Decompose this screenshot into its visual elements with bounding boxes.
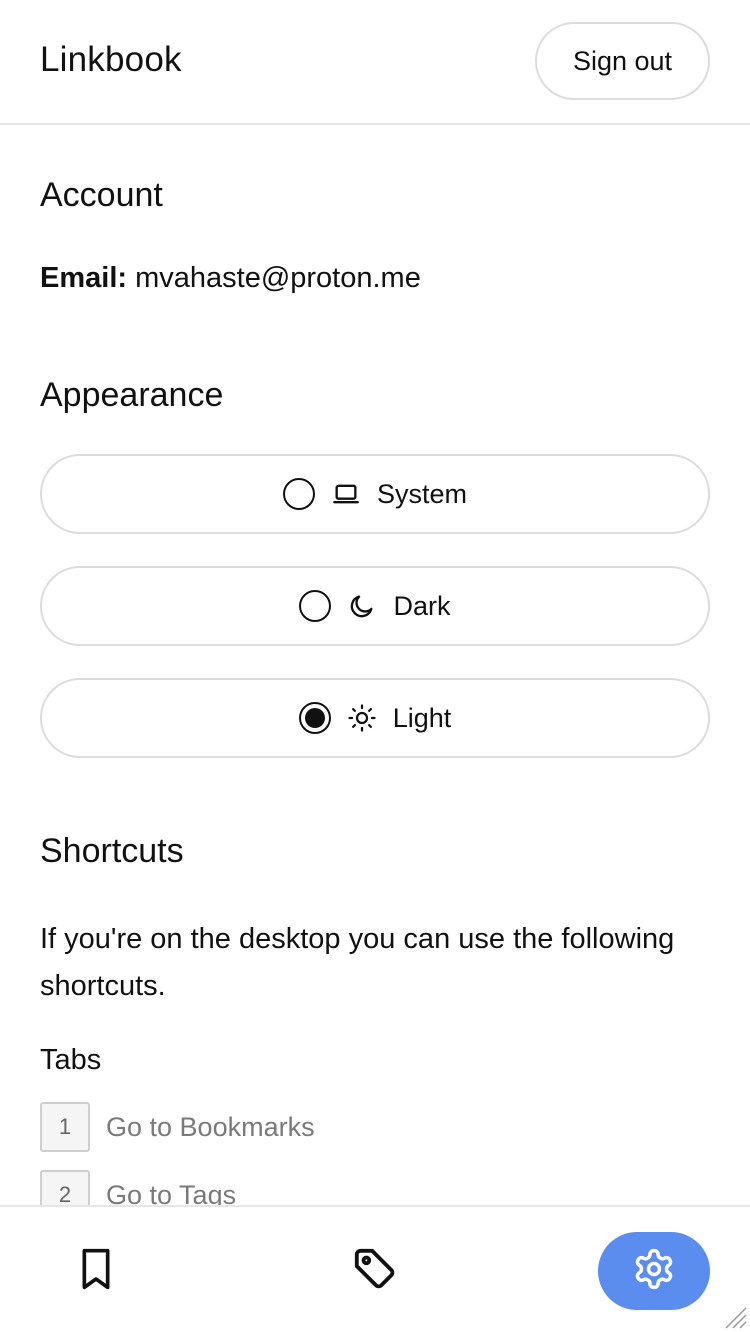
appearance-heading: Appearance [40, 376, 224, 414]
email-label: Email: [40, 262, 128, 294]
tabs-subheading: Tabs [40, 1044, 102, 1076]
shortcut-row: 2 Go to Tags [40, 1170, 236, 1206]
shortcut-label: Go to Tags [106, 1179, 237, 1207]
shortcut-key: 2 [40, 1170, 90, 1206]
laptop-icon [331, 479, 361, 509]
nav-bookmarks-button[interactable] [56, 1232, 136, 1310]
radio-dark[interactable] [299, 590, 332, 622]
shortcut-key: 1 [40, 1102, 90, 1152]
resize-grip-icon[interactable] [722, 1304, 748, 1330]
theme-label-dark: Dark [393, 590, 451, 621]
shortcut-row: 1 Go to Bookmarks [40, 1102, 315, 1152]
shortcuts-heading: Shortcuts [40, 832, 184, 870]
moon-icon [347, 591, 377, 621]
radio-light[interactable] [298, 702, 331, 734]
theme-label-system: System [376, 478, 468, 509]
theme-option-system[interactable]: System [40, 454, 710, 534]
theme-option-light[interactable]: Light [40, 678, 710, 758]
sign-out-button[interactable]: Sign out [535, 22, 710, 100]
theme-option-dark[interactable]: Dark [40, 566, 710, 646]
bookmark-icon [76, 1247, 116, 1296]
gear-icon [632, 1247, 676, 1296]
shortcut-label: Go to Bookmarks [106, 1111, 315, 1142]
account-heading: Account [40, 176, 163, 214]
shortcuts-description: If you're on the desktop you can use the… [40, 923, 675, 1002]
nav-settings-button[interactable] [598, 1232, 710, 1310]
email-value: mvahaste@proton.me [135, 262, 421, 294]
app-header: Linkbook Sign out [0, 0, 750, 125]
account-email: Email: mvahaste@proton.me [40, 262, 421, 295]
settings-content: Account Email: mvahaste@proton.me Appear… [40, 126, 710, 1206]
theme-label-light: Light [392, 702, 452, 733]
settings-page: Linkbook Sign out Account Email: mvahast… [0, 0, 750, 1332]
app-title: Linkbook [40, 40, 182, 79]
sun-icon [347, 703, 377, 733]
bottom-nav [0, 1205, 750, 1332]
nav-tags-button[interactable] [335, 1232, 415, 1310]
radio-system[interactable] [282, 478, 315, 510]
tag-icon [352, 1246, 398, 1297]
